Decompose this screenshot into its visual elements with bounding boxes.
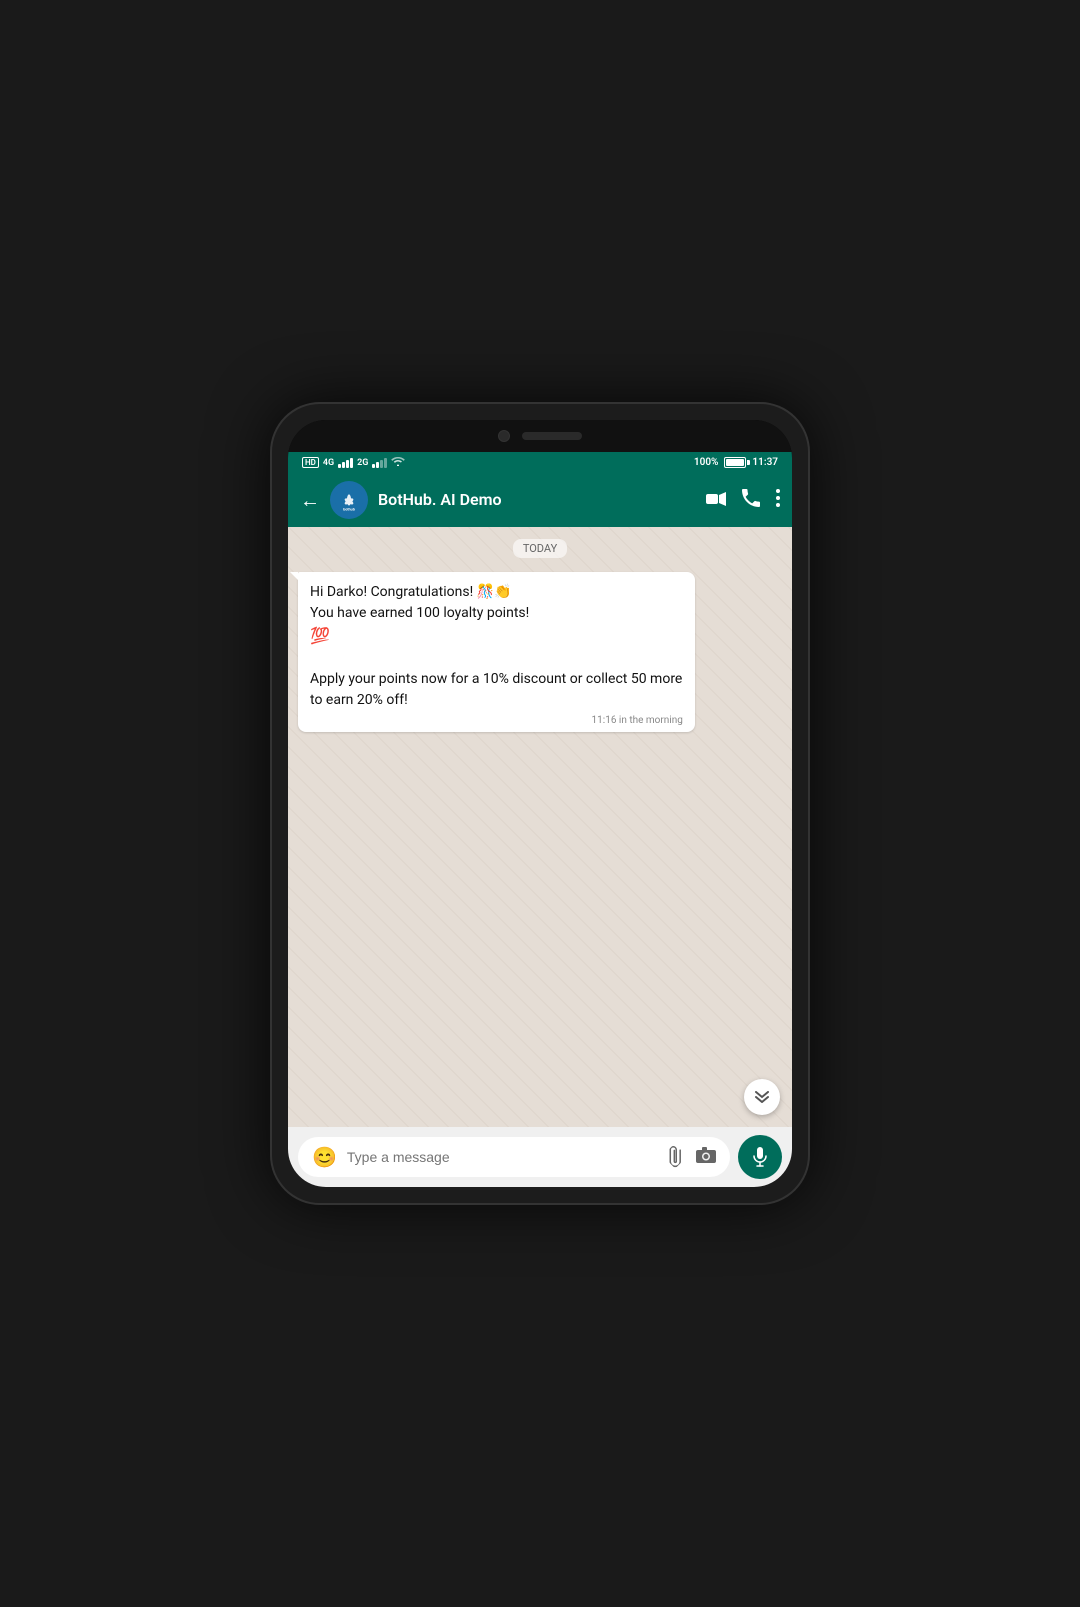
header-icons — [706, 489, 780, 511]
phone-call-icon[interactable] — [742, 489, 760, 511]
signal-2g — [372, 458, 387, 468]
contact-name: BotHub. AI Demo — [378, 490, 696, 509]
mic-button[interactable] — [738, 1135, 782, 1179]
message-input[interactable] — [347, 1149, 658, 1165]
message-emoji-100: 💯 — [310, 626, 330, 645]
message-line3: Apply your points now for a 10% discount… — [310, 671, 682, 708]
back-button[interactable]: ← — [300, 488, 320, 513]
contact-info: BotHub. AI Demo — [378, 490, 696, 509]
chat-area: TODAY Hi Darko! Congratulations! 🎊👏 You … — [288, 527, 792, 1127]
message-bubble: Hi Darko! Congratulations! 🎊👏 You have e… — [298, 572, 695, 732]
avatar-image: bothub — [330, 481, 368, 519]
message-line1: Hi Darko! Congratulations! 🎊👏 — [310, 584, 512, 600]
message-line2: You have earned 100 loyalty points! — [310, 605, 529, 621]
camera-button[interactable] — [696, 1147, 716, 1168]
hd-indicator: HD — [302, 457, 319, 468]
network-4g: 4G — [323, 458, 334, 468]
camera-dot — [498, 430, 510, 442]
battery-fill — [726, 459, 744, 466]
date-label: TODAY — [298, 537, 782, 558]
wifi-icon — [391, 456, 405, 469]
emoji-button[interactable]: 😊 — [312, 1145, 337, 1169]
video-call-icon[interactable] — [706, 491, 726, 510]
battery-percent: 100% — [694, 457, 719, 468]
network-2g: 2G — [357, 458, 368, 468]
speaker-grille — [522, 432, 582, 440]
scroll-down-button[interactable] — [744, 1079, 780, 1115]
phone-top-bar — [288, 420, 792, 452]
chat-header: ← bothub BotHub. AI De — [288, 473, 792, 527]
status-right: 100% 11:37 — [694, 457, 778, 468]
status-bar: HD 4G 2G 100% — [288, 452, 792, 473]
attach-button[interactable] — [663, 1143, 692, 1172]
signal-4g — [338, 458, 353, 468]
phone-inner: HD 4G 2G 100% — [288, 420, 792, 1187]
date-badge: TODAY — [513, 539, 567, 558]
svg-text:bothub: bothub — [343, 508, 355, 512]
message-input-wrapper: 😊 — [298, 1137, 730, 1177]
more-options-icon[interactable] — [776, 489, 780, 511]
phone-frame: HD 4G 2G 100% — [270, 402, 810, 1205]
chat-content: TODAY Hi Darko! Congratulations! 🎊👏 You … — [288, 527, 792, 1127]
battery-icon — [724, 457, 746, 468]
clock: 11:37 — [752, 457, 778, 468]
avatar[interactable]: bothub — [330, 481, 368, 519]
message-text: Hi Darko! Congratulations! 🎊👏 You have e… — [310, 582, 683, 711]
message-timestamp: 11:16 in the morning — [310, 715, 683, 726]
status-left: HD 4G 2G — [302, 456, 405, 469]
input-area: 😊 — [288, 1127, 792, 1187]
